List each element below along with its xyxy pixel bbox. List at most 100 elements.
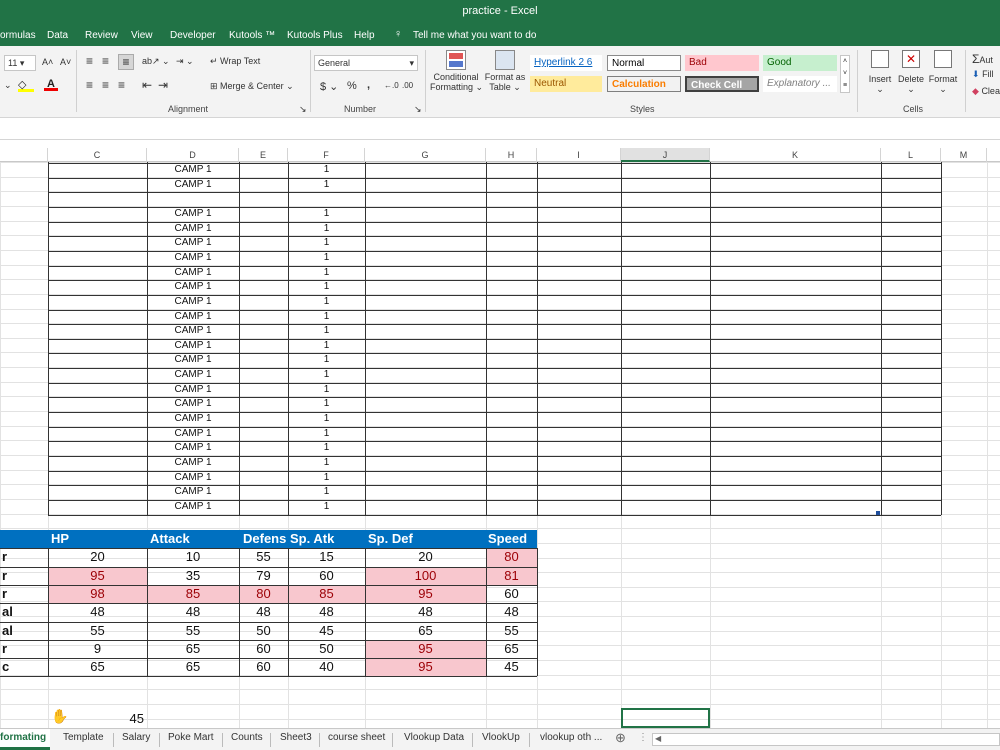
stats-cell[interactable]: 60 — [486, 586, 537, 601]
menu-kutools-plus[interactable]: Kutools Plus — [287, 30, 343, 41]
orientation-icon[interactable]: ab↗ ⌄ — [142, 56, 170, 67]
stats-header-cell[interactable]: Attack — [150, 531, 190, 546]
cell-f[interactable]: 1 — [288, 486, 365, 497]
cell-f[interactable]: 1 — [288, 223, 365, 234]
align-bottom-icon[interactable]: ≡ — [118, 54, 134, 70]
cell-f[interactable]: 1 — [288, 442, 365, 453]
style-explanatory[interactable]: Explanatory ... — [763, 76, 837, 92]
font-size-select[interactable]: 11 ▾ — [4, 55, 36, 71]
tab-counts[interactable]: Counts — [231, 732, 263, 743]
wrap-text-button[interactable]: ↵ Wrap Text — [210, 56, 260, 67]
cell-d[interactable]: CAMP 1 — [147, 486, 239, 497]
style-hyperlink[interactable]: Hyperlink 2 6 — [530, 55, 602, 71]
horizontal-scrollbar[interactable]: ◀ — [652, 733, 1000, 746]
cell-d[interactable]: CAMP 1 — [147, 311, 239, 322]
stats-cell[interactable]: 40 — [288, 659, 365, 674]
stats-cell[interactable]: 95 — [365, 659, 486, 674]
dialog-launcher-icon[interactable]: ↘ — [414, 104, 422, 115]
cell-f[interactable]: 1 — [288, 501, 365, 512]
format-button[interactable]: Format ⌄ — [928, 50, 958, 100]
tab-formating[interactable]: formating — [0, 729, 50, 750]
cell-d[interactable]: CAMP 1 — [147, 296, 239, 307]
align-middle-icon[interactable]: ≡ — [102, 54, 109, 68]
stats-cell[interactable]: 20 — [48, 549, 147, 564]
cell-d[interactable]: CAMP 1 — [147, 501, 239, 512]
align-left-icon[interactable]: ≡ — [86, 78, 93, 92]
stats-cell[interactable]: 85 — [288, 586, 365, 601]
autosum-button[interactable]: ΣAut — [972, 52, 993, 66]
stats-cell[interactable]: 55 — [239, 549, 288, 564]
stats-cell[interactable]: 55 — [147, 623, 239, 638]
stats-cell[interactable]: 48 — [288, 604, 365, 619]
stats-cell[interactable]: 65 — [147, 659, 239, 674]
worksheet-grid[interactable]: CAMP 1 1 CAMP 1 1 CAMP 1 1 CAMP 1 1 CAMP 1 1 CAMP … — [0, 162, 1000, 728]
column-header-l[interactable]: L — [881, 148, 941, 162]
style-bad[interactable]: Bad — [685, 55, 759, 71]
cell-f[interactable]: 1 — [288, 164, 365, 175]
cell-d[interactable]: CAMP 1 — [147, 354, 239, 365]
cell-f[interactable]: 1 — [288, 311, 365, 322]
cell-f[interactable]: 1 — [288, 384, 365, 395]
stats-cell[interactable]: 81 — [486, 568, 537, 583]
dropdown-chevron-icon[interactable]: ⌄ — [4, 80, 12, 91]
stats-header-cell[interactable]: Defens — [243, 531, 286, 546]
tab-course-sheet[interactable]: course sheet — [328, 732, 385, 743]
cell-d[interactable]: CAMP 1 — [147, 369, 239, 380]
stats-header-cell[interactable]: HP — [51, 531, 69, 546]
cell-f[interactable]: 1 — [288, 179, 365, 190]
clear-button[interactable]: ◆ Clea — [972, 86, 1000, 97]
cell-f[interactable]: 1 — [288, 267, 365, 278]
cell-f[interactable]: 1 — [288, 398, 365, 409]
cell-d[interactable]: CAMP 1 — [147, 252, 239, 263]
cell-d[interactable]: CAMP 1 — [147, 223, 239, 234]
insert-button[interactable]: Insert ⌄ — [866, 50, 894, 100]
stats-cell[interactable]: 60 — [288, 568, 365, 583]
menu-review[interactable]: Review — [85, 30, 118, 41]
cell-f[interactable]: 1 — [288, 369, 365, 380]
stats-cell[interactable]: 65 — [48, 659, 147, 674]
menu-data[interactable]: Data — [47, 30, 68, 41]
comma-icon[interactable]: , — [367, 79, 370, 91]
stats-cell[interactable]: 95 — [365, 586, 486, 601]
tab-sheet3[interactable]: Sheet3 — [280, 732, 312, 743]
increase-font-icon[interactable]: A˄ — [42, 57, 53, 67]
column-header-d[interactable]: D — [147, 148, 239, 162]
tell-me-search[interactable]: Tell me what you want to do — [413, 30, 536, 41]
cell-d[interactable]: CAMP 1 — [147, 428, 239, 439]
cell-d[interactable]: CAMP 1 — [147, 164, 239, 175]
tab-poke-mart[interactable]: Poke Mart — [168, 732, 214, 743]
menu-view[interactable]: View — [131, 30, 153, 41]
column-header-j[interactable]: J — [621, 148, 710, 162]
percent-icon[interactable]: % — [347, 80, 357, 92]
cell-f[interactable]: 1 — [288, 354, 365, 365]
tab-vlookup-data[interactable]: Vlookup Data — [404, 732, 464, 743]
fill-color-icon[interactable]: ◇ — [18, 78, 34, 92]
style-normal[interactable]: Normal — [607, 55, 681, 71]
stats-cell[interactable]: 50 — [288, 641, 365, 656]
cell-d[interactable]: CAMP 1 — [147, 384, 239, 395]
column-header-e[interactable]: E — [239, 148, 288, 162]
stats-cell[interactable]: 20 — [365, 549, 486, 564]
increase-indent-icon[interactable]: ⇥ — [158, 78, 168, 92]
format-as-table-button[interactable]: Format as Table ⌄ — [484, 50, 526, 104]
decrease-indent-icon[interactable]: ⇤ — [142, 78, 152, 92]
stats-cell[interactable]: 45 — [486, 659, 537, 674]
stats-cell[interactable]: 95 — [365, 641, 486, 656]
menu-formulas[interactable]: ormulas — [0, 30, 36, 41]
menu-developer[interactable]: Developer — [170, 30, 216, 41]
stats-cell[interactable]: 48 — [486, 604, 537, 619]
conditional-formatting-button[interactable]: Conditional Formatting ⌄ — [430, 50, 483, 104]
column-header-partial[interactable] — [0, 148, 48, 162]
stats-header-cell[interactable]: Sp. Def — [368, 531, 413, 546]
stats-cell[interactable]: 60 — [239, 659, 288, 674]
add-sheet-icon[interactable]: ⊕ — [615, 730, 626, 746]
styles-gallery-scroll[interactable]: ˄ ˅ ≡ — [840, 55, 850, 93]
cell-f[interactable]: 1 — [288, 281, 365, 292]
text-direction-icon[interactable]: ⇥ ⌄ — [176, 56, 194, 67]
align-center-icon[interactable]: ≡ — [102, 78, 109, 92]
stats-cell[interactable]: 9 — [48, 641, 147, 656]
cell-f[interactable]: 1 — [288, 413, 365, 424]
cell-d[interactable]: CAMP 1 — [147, 442, 239, 453]
fill-button[interactable]: ⬇ Fill — [972, 69, 994, 80]
increase-decimal-icon[interactable]: ←.0 — [384, 81, 399, 90]
